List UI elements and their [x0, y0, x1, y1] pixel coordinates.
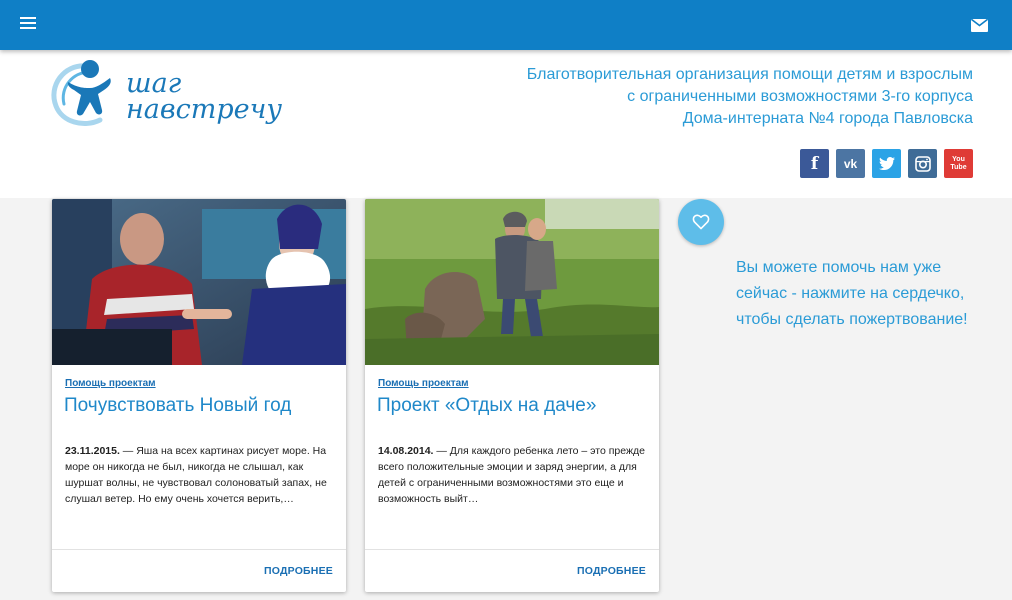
read-more-button[interactable]: ПОДРОБНЕЕ: [264, 565, 333, 577]
site-header: шаг навстречу Благотворительная организа…: [0, 50, 1012, 198]
hamburger-menu-icon[interactable]: [20, 17, 36, 31]
card-date: 14.08.2014.: [378, 445, 434, 457]
card-photo[interactable]: [365, 199, 659, 365]
project-card: Помощь проектам Почувствовать Новый год …: [52, 199, 346, 592]
top-app-bar: [0, 0, 1012, 50]
youtube-icon-label: You Tube: [950, 155, 967, 171]
org-desc-line: Дома-интерната №4 города Павловска: [682, 110, 973, 127]
envelope-icon[interactable]: [971, 19, 988, 32]
card-excerpt: 14.08.2014. — Для каждого ребенка лето –…: [378, 443, 648, 507]
logo-text-line2: навстречу: [126, 94, 283, 125]
site-logo[interactable]: шаг навстречу: [50, 58, 283, 130]
card-category-link[interactable]: Помощь проектам: [378, 378, 469, 389]
organization-description: Благотворительная организация помощи дет…: [493, 64, 973, 130]
logo-figure-icon: [51, 60, 111, 126]
project-card: Помощь проектам Проект «Отдых на даче» 1…: [365, 199, 659, 592]
card-photo[interactable]: [52, 199, 346, 365]
card-divider: [52, 549, 346, 550]
social-links: f vk You Tube: [800, 149, 973, 178]
facebook-icon[interactable]: f: [800, 149, 829, 178]
card-excerpt: 23.11.2015. — Яша на всех картинах рисуе…: [65, 443, 335, 507]
vkontakte-icon[interactable]: vk: [836, 149, 865, 178]
card-title-link[interactable]: Проект «Отдых на даче»: [377, 395, 596, 417]
card-category-link[interactable]: Помощь проектам: [65, 378, 156, 389]
org-desc-line: с ограниченными возможностями 3-го корпу…: [627, 88, 973, 105]
card-divider: [365, 549, 659, 550]
card-title-link[interactable]: Почувствовать Новый год: [64, 395, 291, 417]
donate-heart-button[interactable]: [678, 199, 724, 245]
org-desc-line: Благотворительная организация помощи дет…: [526, 66, 973, 83]
donate-call-to-action: Вы можете помочь нам уже сейчас - нажмит…: [736, 259, 968, 328]
heart-icon: [692, 214, 710, 230]
read-more-button[interactable]: ПОДРОБНЕЕ: [577, 565, 646, 577]
logo-text-line1: шаг: [126, 68, 182, 99]
youtube-icon[interactable]: You Tube: [944, 149, 973, 178]
instagram-icon[interactable]: [908, 149, 937, 178]
card-date: 23.11.2015.: [65, 445, 120, 457]
twitter-icon[interactable]: [872, 149, 901, 178]
